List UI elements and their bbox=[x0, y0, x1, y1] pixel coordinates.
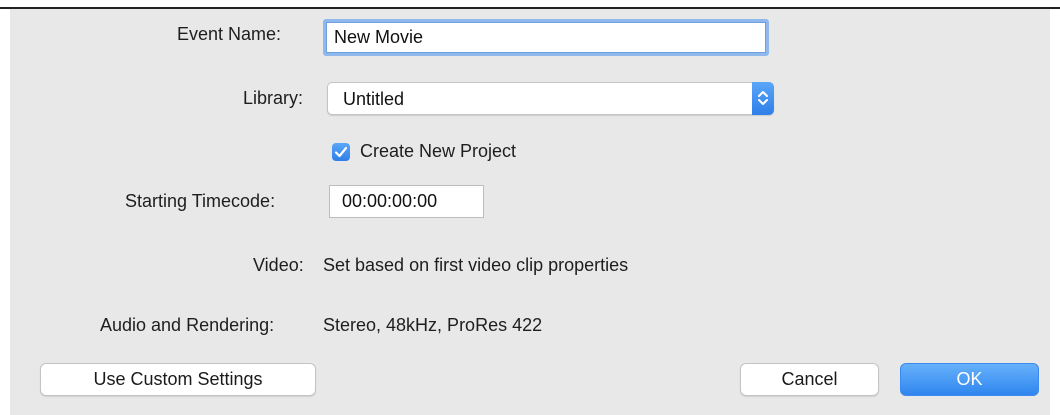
use-custom-settings-button[interactable]: Use Custom Settings bbox=[40, 363, 316, 396]
event-name-field[interactable]: New Movie bbox=[323, 19, 769, 56]
audio-rendering-label: Audio and Rendering: bbox=[100, 315, 275, 335]
library-selected-value: Untitled bbox=[343, 89, 405, 109]
library-stepper-button[interactable] bbox=[752, 82, 774, 115]
checkmark-icon bbox=[334, 146, 348, 158]
starting-timecode-field[interactable]: 00:00:00:00 bbox=[329, 185, 484, 218]
cancel-button[interactable]: Cancel bbox=[740, 363, 879, 396]
video-label: Video: bbox=[253, 255, 304, 275]
create-new-project-checkbox[interactable] bbox=[332, 143, 350, 161]
library-label: Library: bbox=[243, 88, 304, 108]
ok-button[interactable]: OK bbox=[900, 363, 1039, 396]
starting-timecode-label: Starting Timecode: bbox=[125, 191, 276, 211]
library-select[interactable]: Untitled bbox=[327, 82, 774, 115]
top-edge-strip bbox=[0, 0, 1060, 9]
audio-rendering-value: Stereo, 48kHz, ProRes 422 bbox=[323, 315, 543, 335]
create-new-project-label[interactable]: Create New Project bbox=[360, 141, 516, 162]
new-event-sheet: Event Name: New Movie Library: Untitled … bbox=[10, 9, 1050, 415]
video-value: Set based on first video clip properties bbox=[323, 255, 629, 275]
event-name-label: Event Name: bbox=[177, 24, 282, 44]
chevron-up-down-icon bbox=[758, 91, 768, 105]
